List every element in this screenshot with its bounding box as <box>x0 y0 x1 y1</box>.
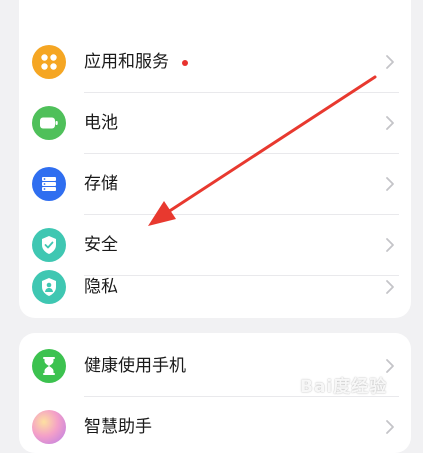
hourglass-icon <box>32 349 66 383</box>
chevron-right-icon <box>386 280 394 294</box>
settings-item-label: 健康使用手机 <box>84 356 186 376</box>
settings-item-label: 智慧助手 <box>84 417 152 437</box>
storage-icon <box>32 167 66 201</box>
chevron-right-icon <box>386 238 394 252</box>
chevron-right-icon <box>386 55 394 69</box>
settings-item-battery[interactable]: 电池 <box>19 93 411 153</box>
chevron-right-icon <box>386 420 394 434</box>
settings-item-label: 电池 <box>84 113 118 133</box>
settings-item-label: 安全 <box>84 235 118 255</box>
chevron-right-icon <box>386 116 394 130</box>
settings-item-storage[interactable]: 存储 <box>19 154 411 214</box>
settings-item-label: 应用和服务 <box>84 52 169 72</box>
settings-item-apps-services[interactable]: 应用和服务 <box>19 32 411 92</box>
apps-icon <box>32 45 66 79</box>
battery-icon <box>32 106 66 140</box>
privacy-icon <box>32 270 66 304</box>
chevron-right-icon <box>386 177 394 191</box>
notification-badge <box>182 60 188 66</box>
settings-item-label: 隐私 <box>84 277 118 297</box>
settings-card-device: 应用和服务 电池 存储 安全 隐私 <box>19 0 411 318</box>
settings-item-smart-assistant[interactable]: 智慧助手 <box>19 397 411 453</box>
settings-item-privacy[interactable]: 隐私 <box>19 256 411 316</box>
assistant-icon <box>32 410 66 444</box>
watermark: Bai度经验 <box>300 377 388 397</box>
settings-item-label: 存储 <box>84 174 118 194</box>
